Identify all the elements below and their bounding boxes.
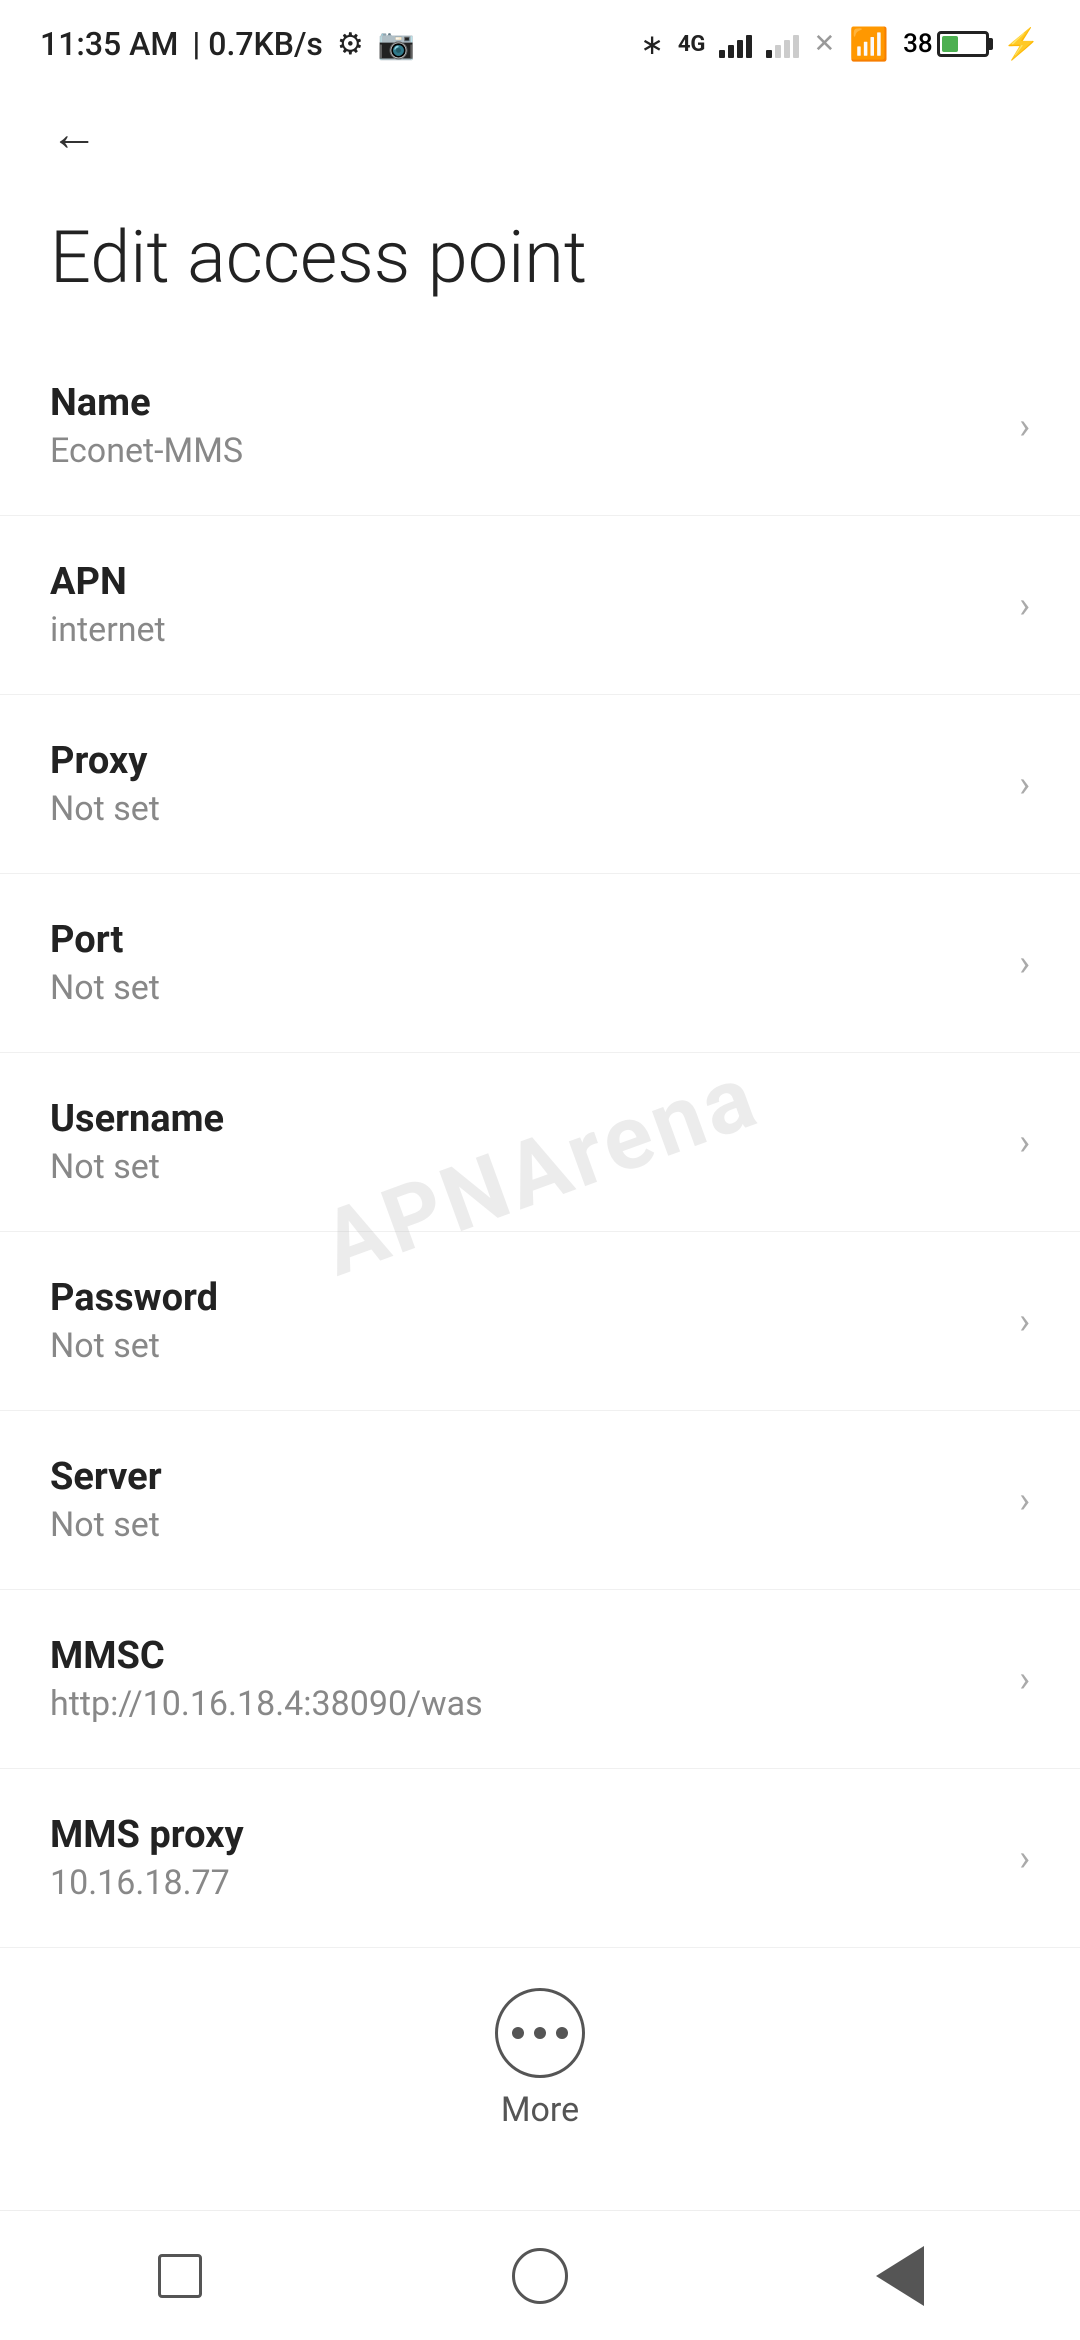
- settings-value-name: Econet-MMS: [50, 431, 999, 471]
- bar2: [775, 45, 781, 58]
- status-left: 11:35 AM | 0.7KB/s ⚙ 📷: [40, 25, 415, 63]
- bar4: [793, 35, 799, 58]
- chevron-icon-port: ›: [1019, 942, 1030, 984]
- settings-item-port[interactable]: Port Not set ›: [0, 874, 1080, 1053]
- back-button[interactable]: ←: [40, 100, 108, 168]
- network-4g-icon: 4G: [678, 32, 706, 57]
- nav-home-button[interactable]: [490, 2241, 590, 2311]
- time-display: 11:35 AM: [40, 25, 178, 63]
- settings-label-apn: APN: [50, 560, 999, 604]
- signal-bars-1: [719, 30, 752, 58]
- battery-icon: [937, 31, 989, 57]
- chevron-icon-apn: ›: [1019, 584, 1030, 626]
- battery-container: 38: [903, 29, 989, 59]
- speed-display: | 0.7KB/s: [192, 25, 323, 63]
- nav-back-button[interactable]: [850, 2241, 950, 2311]
- settings-list: Name Econet-MMS › APN internet › Proxy N…: [0, 337, 1080, 1948]
- bar3: [784, 40, 790, 58]
- settings-item-proxy[interactable]: Proxy Not set ›: [0, 695, 1080, 874]
- more-label: More: [501, 2090, 579, 2130]
- settings-value-password: Not set: [50, 1326, 999, 1366]
- settings-value-port: Not set: [50, 968, 999, 1008]
- chevron-icon-username: ›: [1019, 1121, 1030, 1163]
- settings-value-username: Not set: [50, 1147, 999, 1187]
- settings-value-server: Not set: [50, 1505, 999, 1545]
- settings-value-apn: internet: [50, 610, 999, 650]
- settings-item-server[interactable]: Server Not set ›: [0, 1411, 1080, 1590]
- back-icon: [876, 2246, 924, 2306]
- more-dots-icon: [512, 2027, 568, 2039]
- recents-icon: [158, 2254, 202, 2298]
- settings-item-mms-proxy[interactable]: MMS proxy 10.16.18.77 ›: [0, 1769, 1080, 1948]
- signal-bars-2: [766, 30, 799, 58]
- bar3: [737, 40, 743, 58]
- chevron-icon-proxy: ›: [1019, 763, 1030, 805]
- dot-2: [534, 2027, 546, 2039]
- bluetooth-icon: ∗: [640, 28, 663, 61]
- settings-item-username[interactable]: Username Not set ›: [0, 1053, 1080, 1232]
- back-arrow-icon: ←: [50, 105, 98, 162]
- chevron-icon-mms-proxy: ›: [1019, 1837, 1030, 1879]
- settings-label-port: Port: [50, 918, 999, 962]
- settings-label-mms-proxy: MMS proxy: [50, 1813, 999, 1857]
- bar4: [746, 35, 752, 58]
- settings-item-password-content: Password Not set: [50, 1276, 999, 1366]
- chevron-icon-name: ›: [1019, 405, 1030, 447]
- settings-value-proxy: Not set: [50, 789, 999, 829]
- charging-icon: ⚡: [1003, 27, 1040, 62]
- status-bar: 11:35 AM | 0.7KB/s ⚙ 📷 ∗ 4G ✕ 📶 38 ⚡: [0, 0, 1080, 80]
- settings-item-apn-content: APN internet: [50, 560, 999, 650]
- wifi-icon: 📶: [849, 25, 889, 63]
- settings-item-mmsc[interactable]: MMSC http://10.16.18.4:38090/was ›: [0, 1590, 1080, 1769]
- page-title: Edit access point: [0, 188, 1080, 337]
- settings-item-name-content: Name Econet-MMS: [50, 381, 999, 471]
- settings-item-proxy-content: Proxy Not set: [50, 739, 999, 829]
- settings-label-proxy: Proxy: [50, 739, 999, 783]
- settings-label-mmsc: MMSC: [50, 1634, 999, 1678]
- settings-value-mms-proxy: 10.16.18.77: [50, 1863, 999, 1903]
- settings-item-mmsc-content: MMSC http://10.16.18.4:38090/was: [50, 1634, 999, 1724]
- settings-item-username-content: Username Not set: [50, 1097, 999, 1187]
- settings-item-server-content: Server Not set: [50, 1455, 999, 1545]
- dot-3: [556, 2027, 568, 2039]
- settings-icon: ⚙: [337, 27, 364, 62]
- settings-item-name[interactable]: Name Econet-MMS ›: [0, 337, 1080, 516]
- chevron-icon-server: ›: [1019, 1479, 1030, 1521]
- settings-item-mms-proxy-content: MMS proxy 10.16.18.77: [50, 1813, 999, 1903]
- settings-label-server: Server: [50, 1455, 999, 1499]
- settings-label-username: Username: [50, 1097, 999, 1141]
- settings-label-password: Password: [50, 1276, 999, 1320]
- battery-percent: 38: [903, 29, 933, 59]
- top-nav: ←: [0, 80, 1080, 188]
- battery-fill: [942, 36, 958, 52]
- bar1: [719, 50, 725, 58]
- more-button[interactable]: [495, 1988, 585, 2078]
- more-button-container: More: [0, 1948, 1080, 2160]
- settings-value-mmsc: http://10.16.18.4:38090/was: [50, 1684, 999, 1724]
- chevron-icon-password: ›: [1019, 1300, 1030, 1342]
- settings-item-password[interactable]: Password Not set ›: [0, 1232, 1080, 1411]
- bar2: [728, 45, 734, 58]
- settings-item-apn[interactable]: APN internet ›: [0, 516, 1080, 695]
- bottom-nav: [0, 2210, 1080, 2340]
- chevron-icon-mmsc: ›: [1019, 1658, 1030, 1700]
- status-right: ∗ 4G ✕ 📶 38 ⚡: [640, 25, 1040, 63]
- settings-item-port-content: Port Not set: [50, 918, 999, 1008]
- dot-1: [512, 2027, 524, 2039]
- no-signal-icon: ✕: [813, 29, 835, 59]
- settings-label-name: Name: [50, 381, 999, 425]
- camera-icon: 📷: [378, 27, 415, 62]
- home-icon: [512, 2248, 568, 2304]
- nav-recents-button[interactable]: [130, 2241, 230, 2311]
- bar1: [766, 50, 772, 58]
